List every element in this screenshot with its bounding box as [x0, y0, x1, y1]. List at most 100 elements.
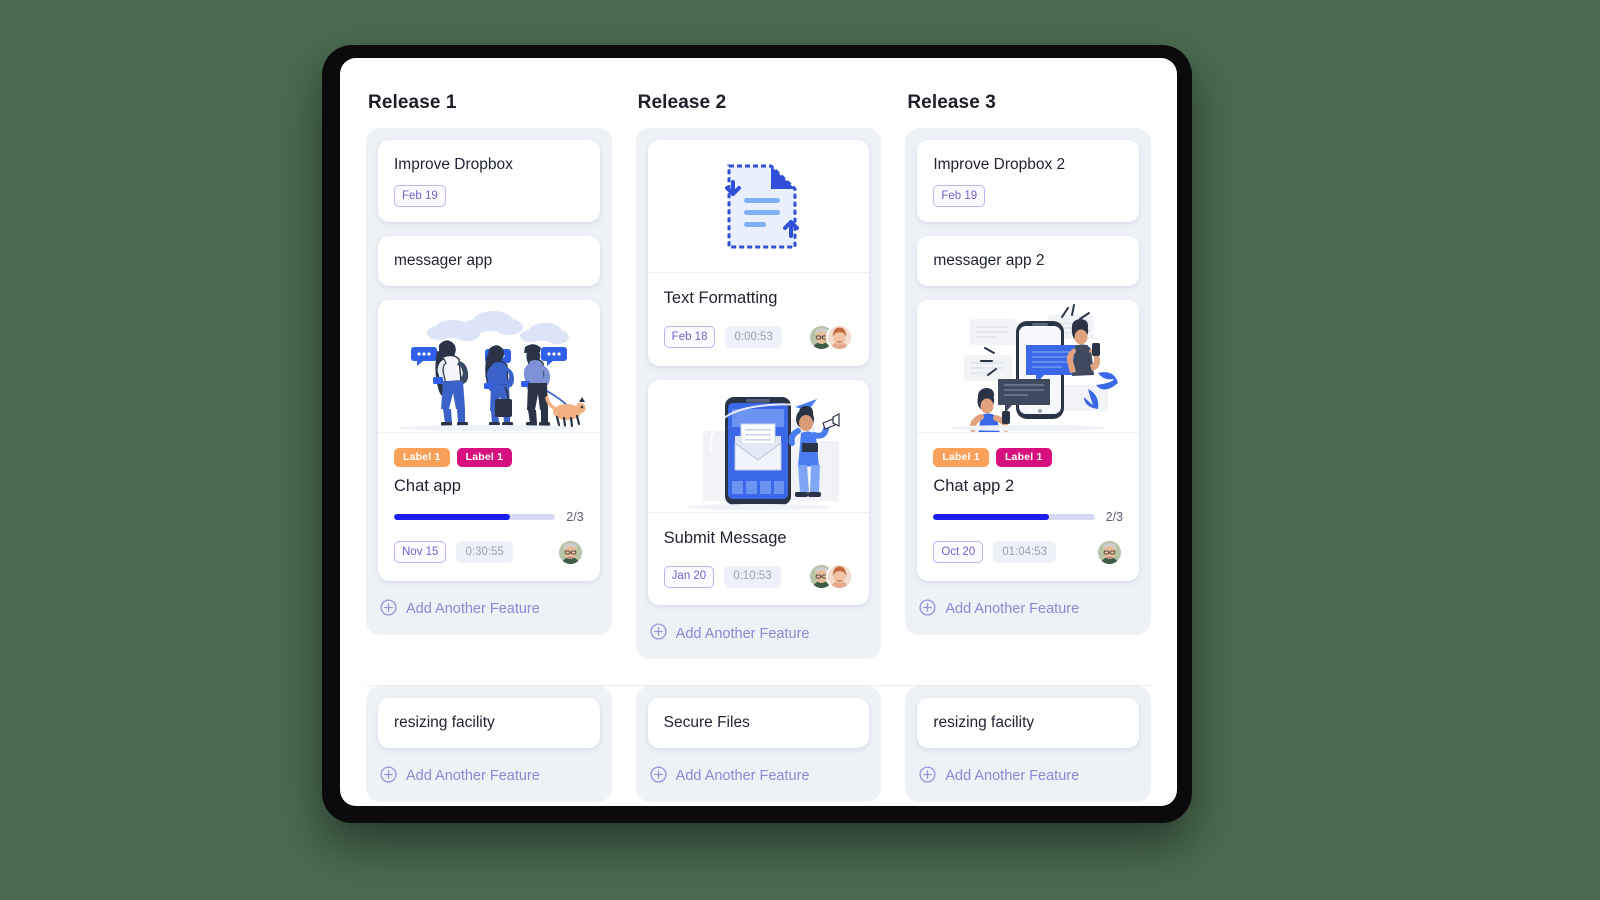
- column-body: Text Formatting Feb 18 0:00:53 Submit Me…: [635, 128, 882, 660]
- add-another-feature-button[interactable]: Add Another Feature: [378, 595, 600, 623]
- avatar-group: [1096, 538, 1124, 566]
- progress-track: [394, 513, 556, 520]
- date-badge: Oct 20: [933, 541, 984, 564]
- column-body: resizing facility Add Another Feature: [905, 686, 1152, 802]
- label-chip[interactable]: Label 1: [933, 447, 989, 468]
- label-chip[interactable]: Label 1: [456, 447, 513, 468]
- avatar-group: [556, 538, 584, 566]
- feature-title: Improve Dropbox: [394, 156, 513, 173]
- plus-circle-icon: [919, 599, 936, 620]
- date-badge: Feb 19: [933, 185, 986, 208]
- feature-card-media[interactable]: Label 1 Label 1 Chat app 2/3 Nov 15 0:30…: [378, 299, 600, 581]
- column-body: Improve Dropbox Feb 19 messager app Labe…: [366, 128, 612, 635]
- add-another-feature-label: Add Another Feature: [675, 768, 810, 785]
- date-badge: Jan 20: [663, 565, 715, 588]
- progress-row: 2/3: [933, 510, 1123, 524]
- plus-circle-icon: [380, 766, 397, 787]
- column-title: Release 2: [637, 92, 727, 113]
- app-screen: Release 1 Improve Dropbox Feb 19 message…: [340, 58, 1177, 806]
- label-chip-list: Label 1 Label 1: [933, 447, 1123, 468]
- plus-circle-icon: [380, 599, 397, 620]
- add-another-feature-button[interactable]: Add Another Feature: [648, 762, 870, 790]
- feature-title: Chat app 2: [933, 477, 1015, 496]
- feature-card[interactable]: messager app 2: [917, 236, 1140, 286]
- bottom-column-1: resizing facility Add Another Feature: [366, 686, 612, 802]
- label-chip[interactable]: Label 1: [995, 447, 1052, 468]
- column-title: Release 1: [368, 92, 457, 113]
- feature-card[interactable]: messager app: [378, 236, 600, 286]
- feature-title: resizing facility: [394, 714, 495, 732]
- add-another-feature-button[interactable]: Add Another Feature: [917, 595, 1139, 623]
- progress-fill: [394, 513, 511, 520]
- add-another-feature-label: Add Another Feature: [945, 768, 1080, 785]
- card-meta-row: Feb 18 0:00:53: [663, 323, 854, 351]
- label-chip[interactable]: Label 1: [394, 447, 450, 468]
- avatar-man-glasses[interactable]: [1096, 538, 1124, 566]
- add-another-feature-label: Add Another Feature: [406, 768, 540, 785]
- avatar-group: [808, 563, 854, 591]
- feature-card-media[interactable]: Label 1 Label 1 Chat app 2 2/3 Oct 20 01…: [917, 299, 1140, 581]
- plus-circle-icon: [650, 766, 667, 787]
- time-chip: 0:00:53: [725, 326, 782, 349]
- feature-title: Chat app: [394, 477, 461, 496]
- illustration-phone-envelope-woman: [647, 379, 870, 513]
- label-chip-list: Label 1 Label 1: [394, 447, 584, 468]
- column-body: Secure Files Add Another Feature: [635, 686, 882, 802]
- bottom-columns: resizing facility Add Another Feature Se…: [340, 686, 1177, 802]
- add-another-feature-button[interactable]: Add Another Feature: [378, 762, 600, 790]
- date-badge: Feb 19: [394, 185, 446, 208]
- add-another-feature-button[interactable]: Add Another Feature: [917, 762, 1139, 790]
- feature-card-media[interactable]: Submit Message Jan 20 0:10:53: [647, 379, 870, 606]
- add-another-feature-button[interactable]: Add Another Feature: [648, 619, 870, 647]
- feature-title: resizing facility: [933, 714, 1035, 732]
- progress-track: [933, 513, 1095, 520]
- time-chip: 0:30:55: [456, 541, 513, 564]
- feature-card[interactable]: Secure Files: [647, 698, 870, 748]
- progress-row: 2/3: [394, 510, 584, 524]
- column-title: Release 3: [907, 92, 996, 113]
- plus-circle-icon: [919, 766, 936, 787]
- column-body: resizing facility Add Another Feature: [366, 686, 612, 802]
- date-badge: Nov 15: [394, 541, 447, 564]
- avatar-woman-red-hair[interactable]: [826, 563, 854, 591]
- avatar-man-glasses[interactable]: [556, 538, 584, 566]
- add-another-feature-label: Add Another Feature: [406, 601, 540, 618]
- feature-title: Improve Dropbox 2: [933, 156, 1066, 173]
- date-badge: Feb 18: [663, 326, 716, 349]
- release-column-2: Release 2 Text Formatting Feb 18 0:00:53…: [635, 92, 882, 660]
- time-chip: 0:10:53: [724, 565, 781, 588]
- feature-card[interactable]: resizing facility: [917, 698, 1140, 748]
- plus-circle-icon: [650, 623, 667, 644]
- release-column-1: Release 1 Improve Dropbox Feb 19 message…: [366, 92, 612, 659]
- progress-ratio: 2/3: [566, 509, 584, 524]
- add-another-feature-label: Add Another Feature: [675, 625, 810, 642]
- bottom-column-3: resizing facility Add Another Feature: [905, 686, 1152, 802]
- feature-title: Secure Files: [663, 714, 750, 732]
- page-root: Release 1 Improve Dropbox Feb 19 message…: [0, 0, 1600, 900]
- illustration-people-walking-phones: [378, 299, 600, 433]
- release-column-3: Release 3 Improve Dropbox 2 Feb 19 messa…: [905, 92, 1152, 659]
- bottom-column-2: Secure Files Add Another Feature: [635, 686, 882, 802]
- card-meta-row: Jan 20 0:10:53: [663, 563, 854, 591]
- feature-card[interactable]: resizing facility: [378, 698, 600, 748]
- feature-title: messager app 2: [933, 252, 1045, 270]
- progress-fill: [933, 513, 1050, 520]
- progress-ratio: 2/3: [1105, 509, 1124, 524]
- feature-title: messager app: [394, 252, 493, 270]
- card-meta-row: Nov 15 0:30:55: [394, 538, 584, 566]
- avatar-group: [808, 323, 854, 351]
- feature-card-media[interactable]: Text Formatting Feb 18 0:00:53: [647, 140, 870, 366]
- release-board: Release 1 Improve Dropbox Feb 19 message…: [340, 58, 1177, 806]
- release-columns: Release 1 Improve Dropbox Feb 19 message…: [340, 58, 1177, 660]
- time-chip: 01:04:53: [993, 541, 1056, 564]
- feature-title: Text Formatting: [663, 289, 778, 307]
- feature-card[interactable]: Improve Dropbox 2 Feb 19: [917, 140, 1140, 223]
- feature-card[interactable]: Improve Dropbox Feb 19: [378, 140, 600, 223]
- add-another-feature-label: Add Another Feature: [945, 601, 1080, 618]
- card-meta-row: Oct 20 01:04:53: [933, 538, 1124, 566]
- illustration-phone-chat-people: [917, 299, 1140, 433]
- feature-title: Submit Message: [663, 528, 787, 547]
- illustration-document-arrows: [647, 140, 870, 273]
- column-body: Improve Dropbox 2 Feb 19 messager app 2: [905, 128, 1152, 635]
- avatar-woman-red-hair[interactable]: [826, 323, 854, 351]
